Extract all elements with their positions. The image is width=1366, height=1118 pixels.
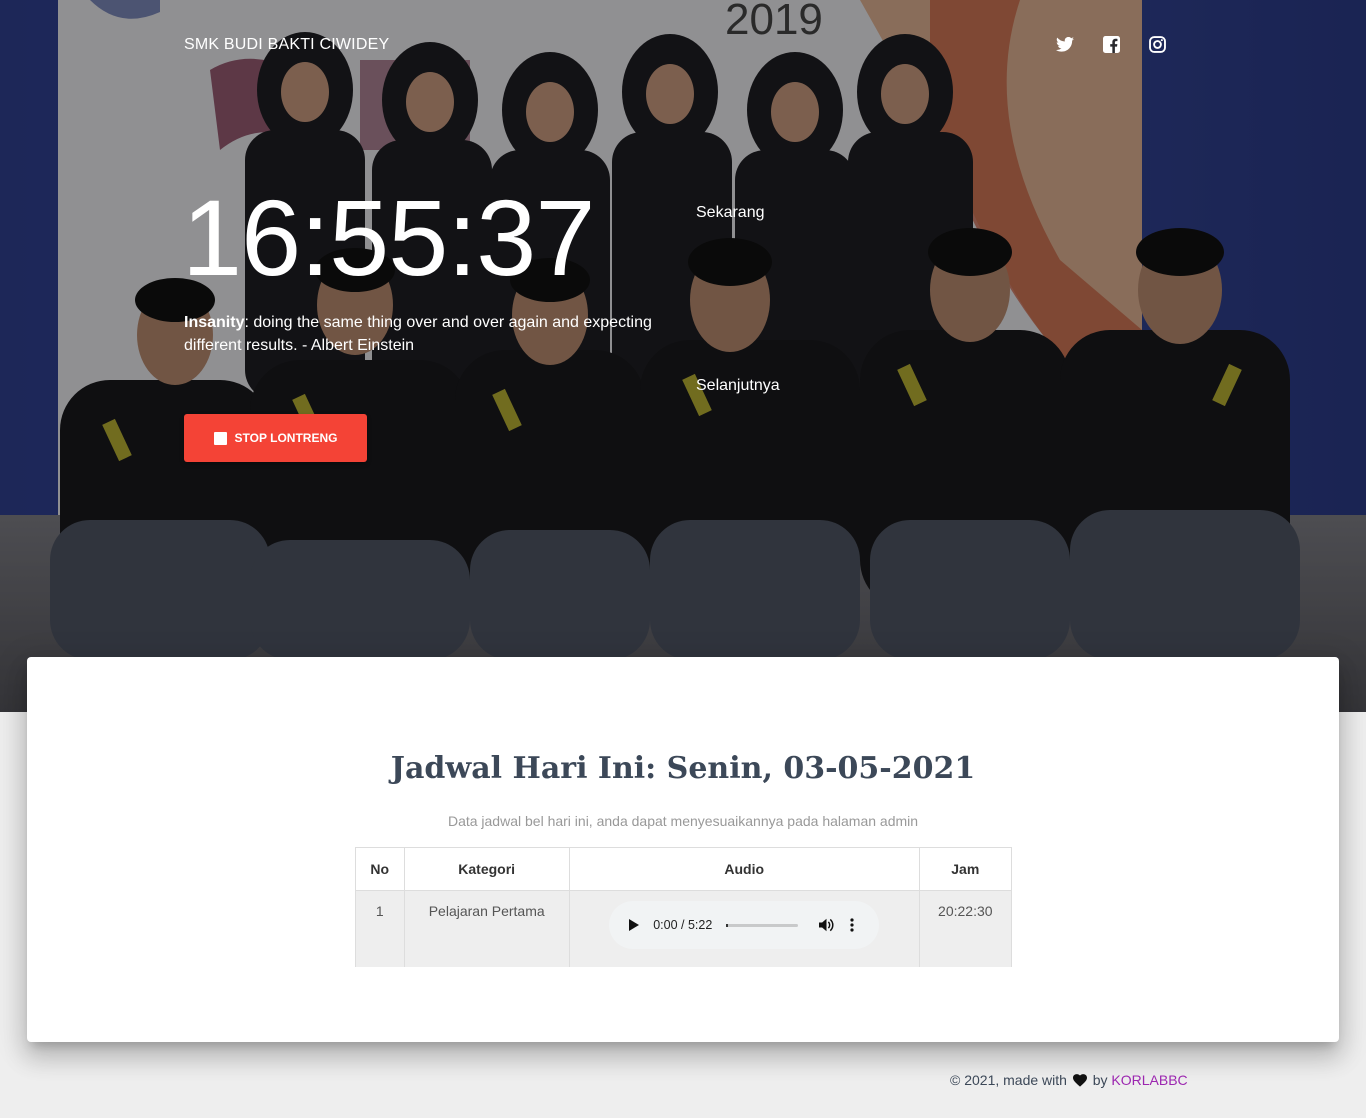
audio-seek-slider[interactable]	[726, 923, 799, 927]
volume-icon[interactable]	[818, 917, 834, 933]
column-header-audio: Audio	[568, 847, 920, 891]
footer-copyright: © 2021, made with	[950, 1072, 1067, 1088]
table-header-row: No Kategori Audio Jam	[355, 847, 1013, 891]
schedule-description: Data jadwal bel hari ini, anda dapat men…	[447, 813, 919, 829]
heart-icon	[1072, 1074, 1087, 1087]
stop-button-label: STOP LONTRENG	[234, 431, 338, 445]
stop-lontreng-button[interactable]: STOP LONTRENG	[184, 414, 367, 462]
more-options-icon[interactable]	[848, 917, 856, 933]
footer: © 2021, made with by KORLABBC	[950, 1072, 1188, 1088]
facebook-icon[interactable]	[1100, 33, 1122, 55]
twitter-icon[interactable]	[1054, 33, 1076, 55]
column-header-kategori: Kategori	[403, 847, 570, 891]
column-header-no: No	[355, 847, 405, 891]
schedule-card: Jadwal Hari Ini: Senin, 03-05-2021 Data …	[27, 657, 1339, 1042]
cell-audio: 0:00 / 5:22	[568, 890, 920, 967]
brand-link[interactable]: SMK BUDI BAKTI CIWIDEY	[184, 36, 389, 54]
cell-no: 1	[355, 890, 405, 967]
audio-seek-progress	[726, 923, 729, 927]
schedule-title: Jadwal Hari Ini: Senin, 03-05-2021	[390, 751, 976, 786]
quote: Insanity: doing the same thing over and …	[184, 311, 664, 357]
next-schedule-label: Selanjutnya	[696, 377, 780, 394]
current-schedule-label: Sekarang	[696, 204, 765, 221]
instagram-icon[interactable]	[1146, 33, 1168, 55]
quote-term: Insanity	[184, 314, 245, 331]
author-link[interactable]: KORLABBC	[1111, 1072, 1187, 1088]
play-icon[interactable]	[627, 918, 641, 932]
navbar: SMK BUDI BAKTI CIWIDEY	[0, 0, 1366, 90]
quote-text: : doing the same thing over and over aga…	[184, 314, 652, 354]
audio-time: 0:00 / 5:22	[653, 918, 713, 932]
cell-kategori: Pelajaran Pertama	[403, 890, 570, 967]
table-row: 1 Pelajaran Pertama 0:00 / 5:22 20:22:30	[355, 890, 1013, 967]
footer-by: by	[1092, 1072, 1108, 1088]
hero-header: 2019 SMK BUDI BAKTI CIWIDEY 16:55:37 Sek…	[0, 0, 1366, 712]
clock-display: 16:55:37	[182, 177, 595, 298]
cell-jam: 20:22:30	[918, 890, 1013, 967]
audio-player: 0:00 / 5:22	[609, 901, 880, 949]
stop-icon	[213, 431, 227, 445]
schedule-table: No Kategori Audio Jam 1 Pelajaran Pertam…	[355, 847, 1013, 967]
column-header-jam: Jam	[918, 847, 1013, 891]
